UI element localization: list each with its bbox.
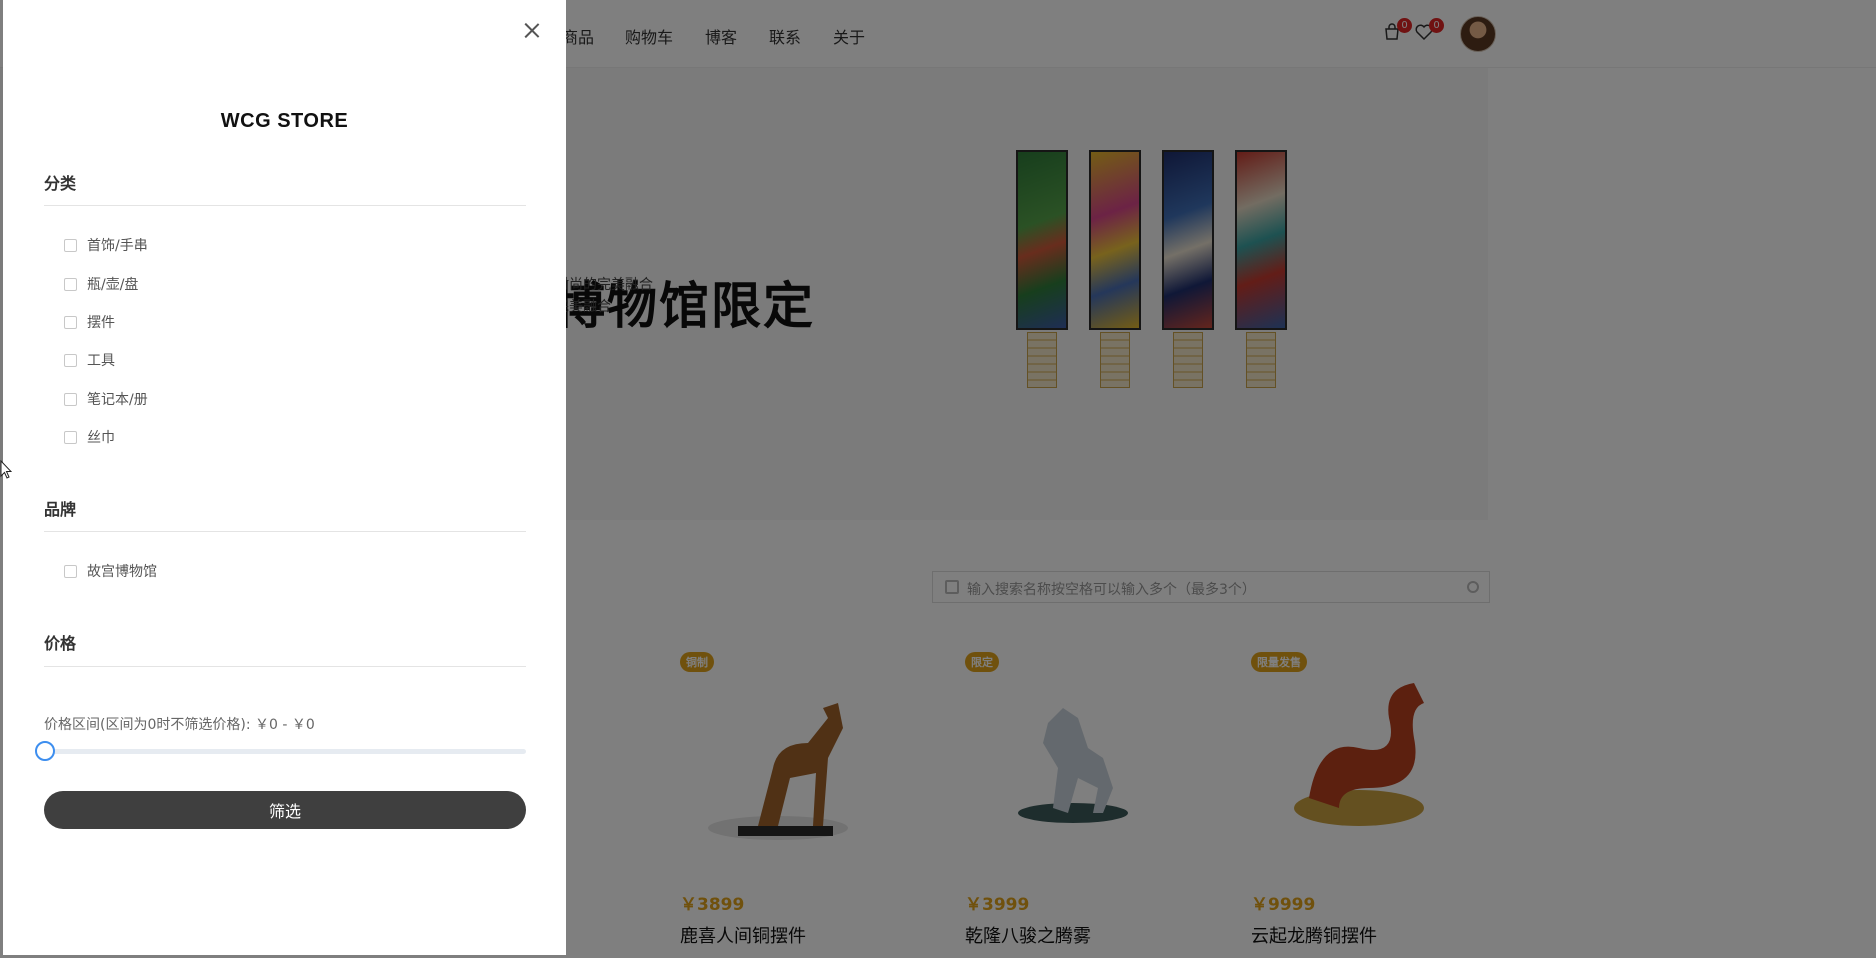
mouse-cursor-icon [0, 460, 12, 479]
divider [44, 666, 526, 667]
price-range-text: 价格区间(区间为0时不筛选价格): ￥0 - ￥0 [44, 717, 315, 733]
category-checkbox[interactable]: 瓶/壶/盘 [64, 274, 138, 294]
filter-drawer: WCG STORE 分类 首饰/手串 瓶/壶/盘 摆件 工具 笔记本/册 丝巾 … [3, 0, 566, 955]
checkbox[interactable] [64, 564, 77, 578]
category-label: 首饰/手串 [87, 238, 148, 254]
checkbox[interactable] [64, 430, 77, 444]
category-label: 瓶/壶/盘 [87, 277, 139, 293]
brand-label: 故宫博物馆 [87, 564, 157, 580]
checkbox[interactable] [64, 315, 77, 329]
category-checkbox[interactable]: 丝巾 [64, 427, 115, 447]
price-title: 价格 [44, 634, 77, 653]
checkbox[interactable] [64, 392, 77, 406]
category-title: 分类 [44, 174, 77, 193]
category-checkbox[interactable]: 笔记本/册 [64, 389, 148, 409]
divider [44, 531, 526, 532]
category-checkbox[interactable]: 工具 [64, 350, 115, 370]
price-slider-track[interactable] [44, 749, 526, 754]
price-slider-handle[interactable] [35, 741, 55, 761]
category-checkbox[interactable]: 摆件 [64, 312, 115, 332]
category-label: 笔记本/册 [87, 392, 148, 408]
brand-title: 品牌 [44, 500, 77, 519]
checkbox[interactable] [64, 353, 77, 367]
category-checkbox[interactable]: 首饰/手串 [64, 235, 148, 255]
store-title: WCG STORE [220, 110, 349, 132]
checkbox[interactable] [64, 277, 77, 291]
filter-button[interactable]: 筛选 [44, 791, 526, 829]
brand-checkbox[interactable]: 故宫博物馆 [64, 561, 157, 581]
category-label: 摆件 [87, 315, 115, 331]
category-label: 丝巾 [87, 430, 115, 446]
close-icon[interactable] [521, 20, 543, 42]
checkbox[interactable] [64, 238, 77, 252]
category-label: 工具 [87, 353, 115, 369]
divider [44, 205, 526, 206]
